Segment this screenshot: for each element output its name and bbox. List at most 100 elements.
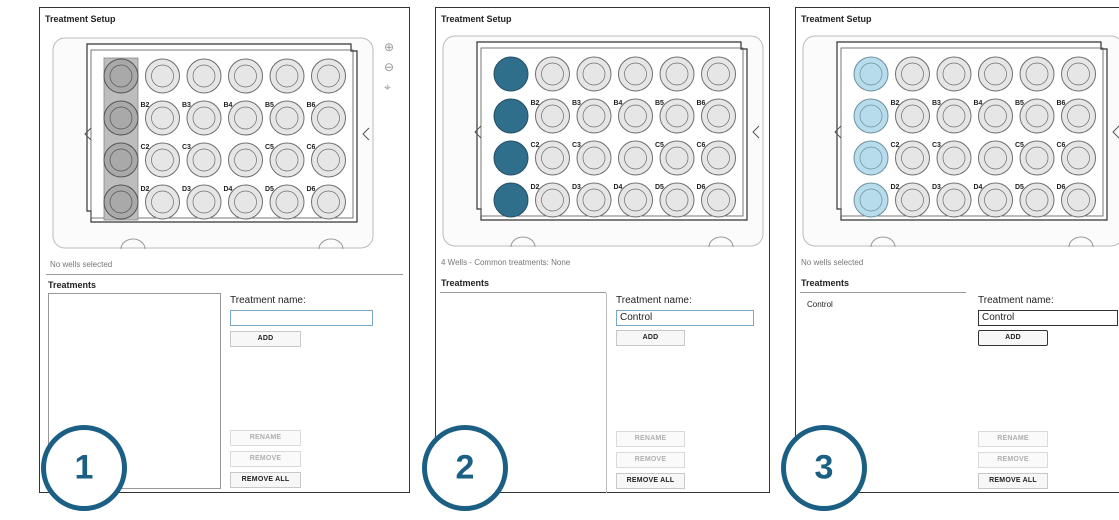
well[interactable] (853, 182, 889, 218)
well[interactable] (186, 142, 222, 178)
well[interactable] (853, 140, 889, 176)
well[interactable] (659, 98, 695, 134)
well[interactable] (701, 182, 736, 218)
well[interactable] (493, 98, 529, 134)
well[interactable] (145, 184, 180, 220)
remove-button[interactable]: REMOVE (978, 452, 1048, 468)
well[interactable] (978, 98, 1013, 134)
well[interactable] (895, 140, 930, 176)
treatment-item[interactable]: Control (807, 300, 833, 309)
well[interactable] (311, 100, 346, 136)
well[interactable] (103, 142, 139, 178)
well[interactable] (978, 56, 1013, 92)
rename-button[interactable]: RENAME (230, 430, 301, 446)
well[interactable] (701, 56, 736, 92)
well[interactable] (103, 184, 139, 220)
well[interactable] (103, 100, 139, 136)
well[interactable] (535, 56, 570, 92)
well[interactable] (228, 58, 263, 94)
well[interactable] (228, 100, 263, 136)
well[interactable] (1019, 182, 1055, 218)
well[interactable] (493, 182, 529, 218)
well[interactable] (186, 58, 222, 94)
add-button[interactable]: ADD (978, 330, 1048, 346)
well[interactable] (576, 140, 612, 176)
well[interactable] (576, 56, 612, 92)
well[interactable] (659, 140, 695, 176)
well[interactable] (618, 140, 653, 176)
crosshair-icon[interactable]: ⌖ (384, 80, 391, 95)
well[interactable] (228, 184, 263, 220)
rename-button[interactable]: RENAME (978, 431, 1048, 447)
well[interactable] (1061, 182, 1096, 218)
well[interactable] (936, 56, 972, 92)
well[interactable] (1061, 140, 1096, 176)
treatment-name-input[interactable]: Control (616, 310, 754, 326)
well[interactable] (493, 56, 529, 92)
well[interactable] (535, 98, 570, 134)
zoom-in-icon[interactable]: ⊕ (384, 40, 394, 54)
well[interactable] (103, 58, 139, 94)
well[interactable] (618, 98, 653, 134)
well[interactable] (311, 58, 346, 94)
well[interactable] (576, 182, 612, 218)
remove-all-button[interactable]: REMOVE ALL (230, 472, 301, 488)
treatment-name-input[interactable] (230, 310, 373, 326)
well-label: D2 (531, 184, 540, 191)
well[interactable] (576, 98, 612, 134)
well[interactable] (269, 100, 305, 136)
well[interactable] (853, 56, 889, 92)
treatment-name-input[interactable]: Control (978, 310, 1118, 326)
remove-all-button[interactable]: REMOVE ALL (978, 473, 1048, 489)
divider (800, 292, 966, 293)
well[interactable] (269, 184, 305, 220)
well-label: C5 (1015, 142, 1024, 149)
panel-title: Treatment Setup (441, 14, 512, 24)
well[interactable] (895, 56, 930, 92)
remove-button[interactable]: REMOVE (616, 452, 685, 468)
well[interactable] (311, 142, 346, 178)
well[interactable] (1061, 98, 1096, 134)
treatments-heading: Treatments (441, 278, 490, 288)
well[interactable] (145, 100, 180, 136)
well[interactable] (493, 140, 529, 176)
rename-button[interactable]: RENAME (616, 431, 685, 447)
well-label: B6 (697, 100, 706, 107)
well[interactable] (936, 98, 972, 134)
well[interactable] (145, 142, 180, 178)
well[interactable] (1019, 56, 1055, 92)
well[interactable] (618, 56, 653, 92)
well[interactable] (145, 58, 180, 94)
well[interactable] (936, 140, 972, 176)
well[interactable] (978, 182, 1013, 218)
remove-button[interactable]: REMOVE (230, 451, 301, 467)
well-label: B4 (224, 102, 233, 109)
well-label: C6 (697, 142, 706, 149)
remove-all-button[interactable]: REMOVE ALL (616, 473, 685, 489)
well[interactable] (535, 182, 570, 218)
well[interactable] (701, 98, 736, 134)
well[interactable] (659, 56, 695, 92)
well[interactable] (1019, 140, 1055, 176)
well[interactable] (895, 182, 930, 218)
zoom-out-icon[interactable]: ⊖ (384, 60, 394, 74)
well[interactable] (659, 182, 695, 218)
well[interactable] (228, 142, 263, 178)
well[interactable] (853, 98, 889, 134)
well[interactable] (535, 140, 570, 176)
well[interactable] (186, 100, 222, 136)
well[interactable] (701, 140, 736, 176)
add-button[interactable]: ADD (230, 331, 301, 347)
well[interactable] (936, 182, 972, 218)
well[interactable] (1019, 98, 1055, 134)
well[interactable] (269, 142, 305, 178)
add-button[interactable]: ADD (616, 330, 685, 346)
divider (440, 292, 606, 293)
well[interactable] (186, 184, 222, 220)
well[interactable] (895, 98, 930, 134)
well[interactable] (1061, 56, 1096, 92)
well[interactable] (311, 184, 346, 220)
well[interactable] (978, 140, 1013, 176)
well[interactable] (269, 58, 305, 94)
well[interactable] (618, 182, 653, 218)
